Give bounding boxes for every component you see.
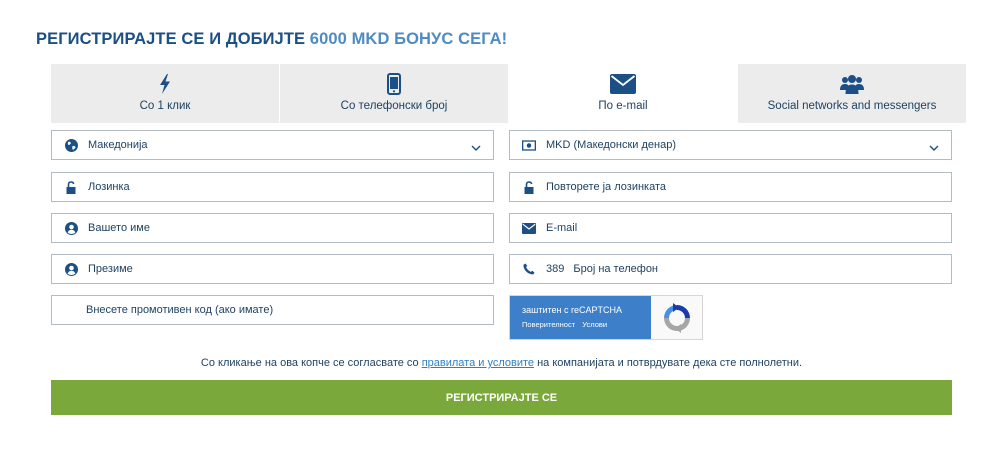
tab-label: Со телефонски број (340, 100, 448, 112)
country-select[interactable]: Македонија (51, 130, 494, 160)
terms-text-after: на компанијата и потврдувате дека сте по… (534, 357, 803, 369)
phone-field[interactable]: 389 Број на телефон (509, 254, 952, 284)
recaptcha-title: заштитен с reCAPTCHA (522, 305, 623, 315)
first-name-field[interactable]: Вашето име (51, 213, 494, 243)
terms-link[interactable]: правилата и условите (422, 357, 534, 369)
recaptcha-info: заштитен с reCAPTCHA Поверителност Услов… (510, 296, 651, 339)
last-name-field[interactable]: Презиме (51, 254, 494, 284)
recaptcha-terms-link[interactable]: Услови (582, 320, 607, 329)
email-field[interactable]: E-mail (509, 213, 952, 243)
lock-icon (522, 180, 536, 194)
password-repeat-placeholder: Повторете ја лозинката (546, 181, 666, 193)
users-icon (840, 72, 864, 96)
chevron-down-icon (471, 140, 481, 151)
phone-icon (387, 72, 401, 96)
phone-country-code: 389 (546, 263, 565, 275)
chevron-down-icon (929, 140, 939, 151)
promo-code-field[interactable]: Внесете промотивен код (ако имате) (51, 295, 494, 325)
tab-label: По e-mail (598, 100, 648, 112)
phone-handset-icon (522, 262, 536, 276)
page-heading: РЕГИСТРИРАЈТЕ СЕ И ДОБИЈТЕ 6000 MKD БОНУ… (36, 30, 507, 49)
register-button[interactable]: РЕГИСТРИРАЈТЕ СЕ (51, 380, 952, 415)
tab-one-click[interactable]: Со 1 клик (51, 64, 280, 123)
registration-tabs: Со 1 клик Со телефонски број По e-mail S… (51, 64, 966, 123)
banknote-icon (522, 138, 536, 152)
phone-placeholder: Број на телефон (573, 263, 659, 275)
envelope-icon (522, 221, 536, 235)
recaptcha-privacy-link[interactable]: Поверителност (522, 320, 575, 329)
user-icon (64, 262, 78, 276)
heading-main: РЕГИСТРИРАЈТЕ СЕ И ДОБИЈТЕ (36, 30, 306, 48)
password-field[interactable]: Лозинка (51, 172, 494, 202)
recaptcha-logo-icon (651, 296, 702, 339)
currency-value: MKD (Македонски денар) (546, 139, 677, 151)
tab-label: Со 1 клик (139, 100, 191, 112)
lightning-icon (159, 72, 171, 96)
currency-select[interactable]: MKD (Македонски денар) (509, 130, 952, 160)
recaptcha-badge[interactable]: заштитен с reCAPTCHA Поверителност Услов… (509, 295, 703, 340)
tab-label: Social networks and messengers (767, 100, 937, 112)
user-icon (64, 221, 78, 235)
lock-icon (64, 180, 78, 194)
country-value: Македонија (88, 139, 148, 151)
first-name-placeholder: Вашето име (88, 222, 150, 234)
password-repeat-field[interactable]: Повторете ја лозинката (509, 172, 952, 202)
heading-bonus: 6000 MKD БОНУС СЕГА! (309, 30, 508, 48)
last-name-placeholder: Презиме (88, 263, 133, 275)
terms-text-before: Со кликање на ова копче се согласвате со (200, 357, 422, 369)
globe-icon (64, 138, 78, 152)
password-placeholder: Лозинка (88, 181, 130, 193)
tab-email[interactable]: По e-mail (509, 64, 738, 123)
recaptcha-links: Поверителност Услови (522, 320, 651, 329)
email-placeholder: E-mail (546, 222, 578, 234)
tab-social[interactable]: Social networks and messengers (738, 64, 966, 123)
tab-phone[interactable]: Со телефонски број (280, 64, 509, 123)
terms-notice: Со кликање на ова копче се согласвате со… (51, 357, 952, 369)
promo-code-placeholder: Внесете промотивен код (ако имате) (86, 304, 274, 316)
envelope-icon (610, 72, 636, 96)
